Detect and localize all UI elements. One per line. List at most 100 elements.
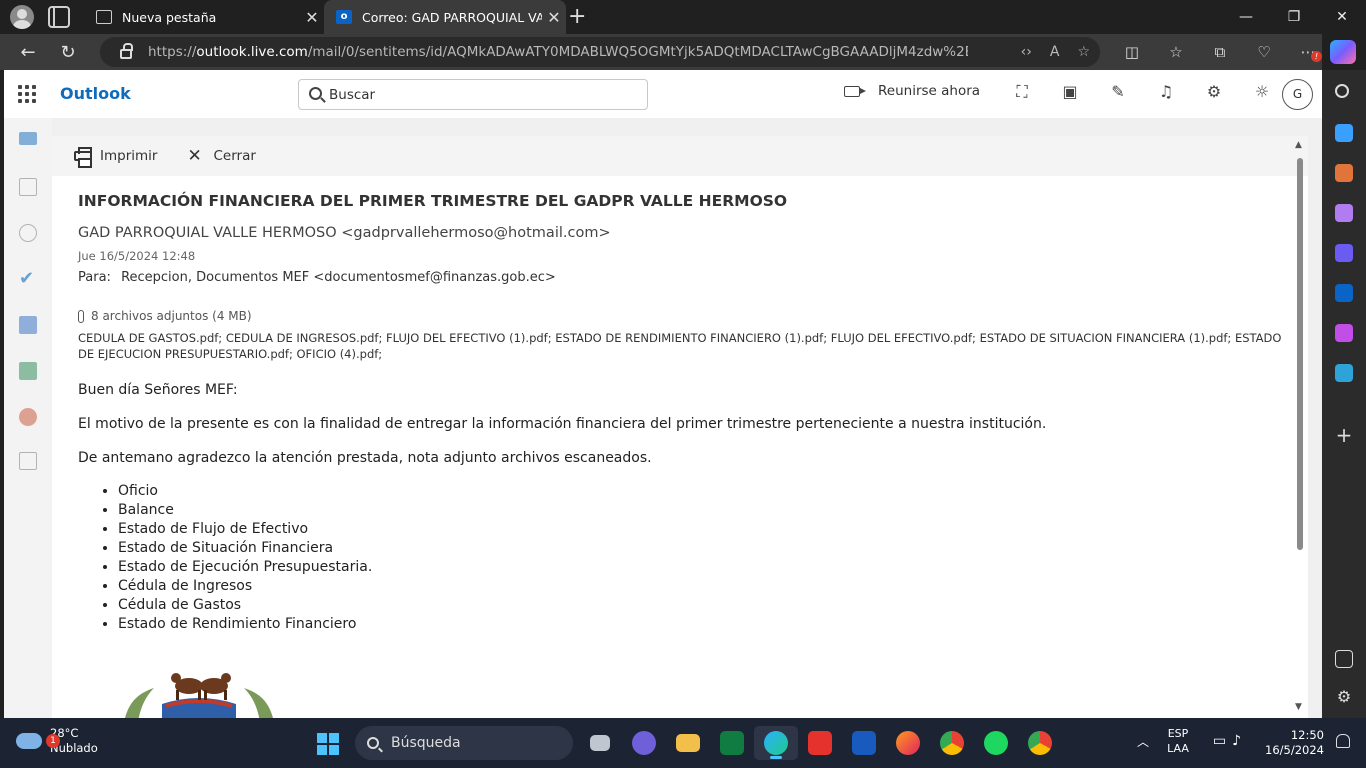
edge-taskbar-icon[interactable] bbox=[754, 726, 798, 760]
network-volume-icons[interactable]: ▭♪ bbox=[1200, 733, 1260, 749]
close-button[interactable]: ✕ Cerrar bbox=[187, 148, 255, 165]
scroll-down-icon[interactable]: ▼ bbox=[1295, 702, 1302, 712]
notifications-bell-icon[interactable]: ♫ bbox=[1142, 82, 1190, 102]
new-tab-button[interactable]: + bbox=[568, 4, 586, 29]
search-icon[interactable] bbox=[1335, 84, 1349, 98]
tips-lightbulb-icon[interactable]: ☼ bbox=[1238, 82, 1286, 102]
sidebar-layout-icon[interactable] bbox=[1335, 650, 1353, 668]
close-window-icon[interactable]: ✕ bbox=[1318, 0, 1366, 34]
copilot-icon[interactable] bbox=[1330, 40, 1356, 64]
keyboard-layout: LAA bbox=[1167, 742, 1189, 755]
firefox-icon[interactable] bbox=[886, 726, 930, 760]
tab-actions-icon[interactable] bbox=[48, 6, 70, 28]
performance-icon[interactable]: ♡ bbox=[1242, 43, 1286, 61]
meet-video-icon[interactable] bbox=[622, 726, 666, 760]
favorite-star-icon[interactable]: ☆ bbox=[1077, 44, 1090, 60]
read-aloud-icon[interactable]: A bbox=[1050, 44, 1060, 60]
word-taskbar-icon[interactable] bbox=[842, 726, 886, 760]
tools-briefcase-icon[interactable] bbox=[1335, 164, 1353, 182]
start-windows-icon[interactable] bbox=[317, 733, 339, 755]
weather-widget[interactable]: 1 28°C Nublado bbox=[16, 726, 98, 756]
language-indicator[interactable]: ESP LAA bbox=[1156, 726, 1200, 756]
sidebar-settings-icon[interactable]: ⚙ bbox=[1335, 688, 1353, 706]
more-menu-icon[interactable]: ⋯! bbox=[1286, 43, 1330, 62]
file-explorer-icon[interactable] bbox=[666, 726, 710, 760]
list-item: Estado de Ejecución Presupuestaria. bbox=[118, 558, 1278, 577]
video-camera-icon bbox=[844, 85, 866, 97]
body-paragraph: De antemano agradezco la atención presta… bbox=[78, 450, 652, 466]
onenote-icon[interactable]: ▣ bbox=[1046, 82, 1094, 102]
message-date: Jue 16/5/2024 12:48 bbox=[78, 249, 196, 263]
tab-outlook-mail[interactable]: o Correo: GAD PARROQUIAL VALLE HERMOSO ✕ bbox=[324, 0, 566, 34]
close-tab-icon[interactable]: ✕ bbox=[542, 8, 566, 27]
word-icon[interactable] bbox=[19, 316, 37, 334]
designer-icon[interactable] bbox=[1335, 324, 1353, 342]
clock-date: 16/5/2024 bbox=[1265, 743, 1324, 757]
cloud-icon bbox=[16, 733, 42, 749]
scroll-up-icon[interactable]: ▲ bbox=[1295, 140, 1302, 150]
favorites-icon[interactable]: ☆ bbox=[1154, 43, 1198, 61]
search-icon bbox=[367, 737, 379, 749]
teams-icon[interactable]: ⛶ bbox=[998, 82, 1046, 102]
excel-icon[interactable] bbox=[19, 362, 37, 380]
windows-taskbar: 1 28°C Nublado Búsqueda ︿ ESP LAA ▭♪ 12:… bbox=[0, 718, 1366, 768]
body-paragraph: El motivo de la presente es con la final… bbox=[78, 416, 1047, 432]
notification-bell-icon[interactable] bbox=[1336, 734, 1350, 748]
back-icon[interactable]: ← bbox=[8, 34, 48, 70]
mail-icon[interactable] bbox=[19, 132, 37, 145]
my-day-icon[interactable]: ✎ bbox=[1094, 82, 1142, 102]
code-icon[interactable]: ‹› bbox=[1021, 44, 1032, 60]
browser-toolbar: ← ↻ https://outlook.live.com/mail/0/sent… bbox=[0, 34, 1322, 70]
close-tab-icon[interactable]: ✕ bbox=[300, 8, 324, 27]
outlook-brand[interactable]: Outlook bbox=[60, 84, 131, 103]
chrome-profile-icon[interactable] bbox=[1018, 726, 1062, 760]
search-box[interactable] bbox=[298, 79, 648, 110]
print-button[interactable]: Imprimir bbox=[74, 147, 158, 168]
refresh-icon[interactable]: ↻ bbox=[48, 34, 88, 70]
message-print-view: Imprimir ✕ Cerrar INFORMACIÓN FINANCIERA… bbox=[52, 136, 1308, 718]
acrobat-icon[interactable] bbox=[798, 726, 842, 760]
shopping-tag-icon[interactable] bbox=[1335, 124, 1353, 142]
to-value: Recepcion, Documentos MEF <documentosmef… bbox=[121, 270, 556, 285]
taskbar-clock[interactable]: 12:50 16/5/2024 bbox=[1262, 728, 1324, 758]
scrollbar-thumb[interactable] bbox=[1297, 158, 1303, 550]
todo-check-icon[interactable]: ✔ bbox=[19, 270, 37, 288]
list-item: Cédula de Gastos bbox=[118, 596, 1278, 615]
add-icon[interactable]: + bbox=[1335, 425, 1353, 445]
drop-icon[interactable] bbox=[1335, 364, 1353, 382]
split-screen-icon[interactable]: ◫ bbox=[1110, 43, 1154, 61]
tab-new-tab[interactable]: Nueva pestaña ✕ bbox=[84, 0, 324, 34]
profile-icon[interactable] bbox=[10, 5, 34, 29]
meet-now-button[interactable]: Reunirse ahora bbox=[844, 83, 980, 99]
address-bar[interactable]: https://outlook.live.com/mail/0/sentitem… bbox=[100, 37, 1100, 67]
list-item: Cédula de Ingresos bbox=[118, 577, 1278, 596]
calendar-icon[interactable] bbox=[19, 178, 37, 196]
app-launcher-icon[interactable] bbox=[18, 85, 36, 103]
chrome-icon[interactable] bbox=[930, 726, 974, 760]
task-view-icon[interactable] bbox=[578, 726, 622, 760]
edge-sidebar: + ⚙ bbox=[1322, 70, 1366, 718]
restore-icon[interactable]: ❐ bbox=[1270, 0, 1318, 34]
outlook-app-icon[interactable] bbox=[1335, 284, 1353, 302]
games-icon[interactable] bbox=[1335, 204, 1353, 222]
settings-gear-icon[interactable]: ⚙ bbox=[1190, 82, 1238, 102]
powerpoint-icon[interactable] bbox=[19, 408, 37, 426]
search-input[interactable] bbox=[329, 85, 629, 105]
people-icon[interactable] bbox=[19, 224, 37, 242]
chevron-up-icon[interactable]: ︿ bbox=[1130, 733, 1156, 750]
spotify-icon[interactable] bbox=[974, 726, 1018, 760]
excel-taskbar-icon[interactable] bbox=[710, 726, 754, 760]
paperclip-icon bbox=[78, 309, 84, 323]
more-apps-icon[interactable] bbox=[19, 452, 37, 470]
collections-icon[interactable]: ⧉ bbox=[1198, 43, 1242, 61]
outlook-left-rail: ✔ bbox=[4, 118, 52, 718]
minimize-icon[interactable]: — bbox=[1222, 0, 1270, 34]
copilot-app-icon[interactable] bbox=[1335, 244, 1353, 262]
taskbar-search[interactable]: Búsqueda bbox=[355, 726, 573, 760]
url-text[interactable]: https://outlook.live.com/mail/0/sentitem… bbox=[148, 44, 968, 60]
lock-icon[interactable] bbox=[120, 43, 133, 59]
new-tab-page-icon bbox=[96, 10, 112, 24]
account-avatar[interactable]: G bbox=[1282, 79, 1313, 110]
print-label: Imprimir bbox=[100, 148, 158, 164]
vertical-scrollbar[interactable]: ▲ ▼ bbox=[1294, 136, 1306, 718]
